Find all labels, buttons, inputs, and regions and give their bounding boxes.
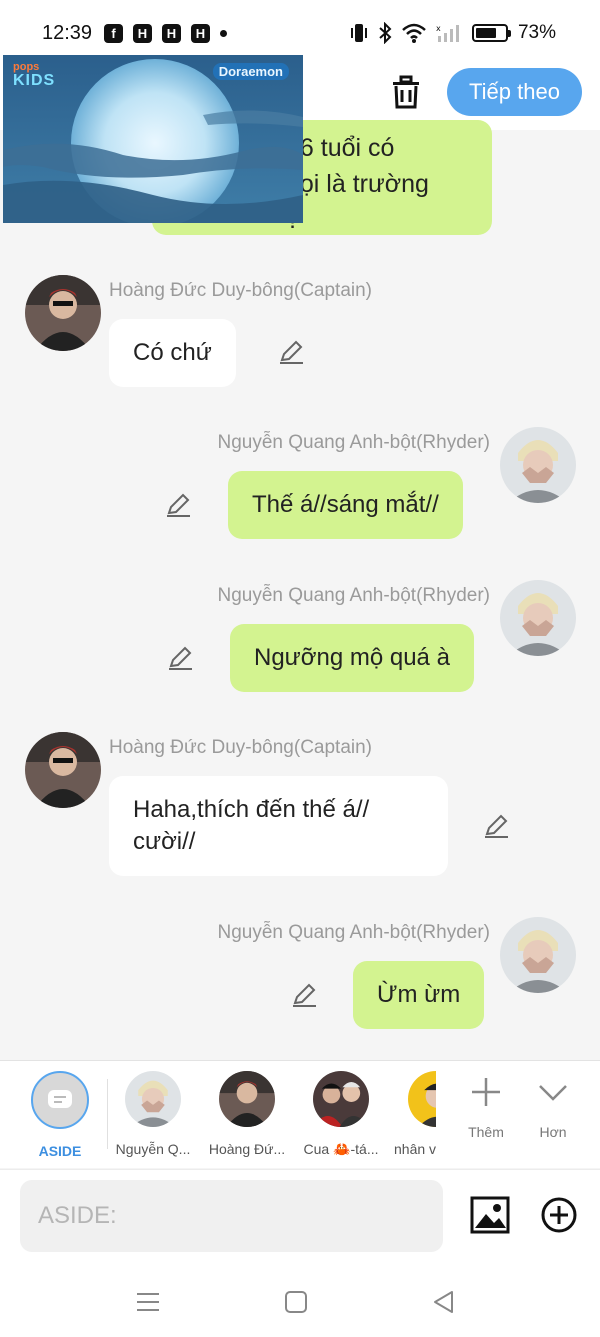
participant-label: Hoàng Đứ... (208, 1141, 286, 1157)
message-text: Haha,thích đến thế á// cười// (133, 796, 370, 855)
avatar-image (500, 917, 576, 993)
edit-icon[interactable] (483, 812, 511, 840)
participant-rhyder[interactable]: Nguyễn Q... (108, 1071, 198, 1157)
notification-icons: f H H H (104, 24, 227, 43)
message-text: Ngưỡng mộ quá à (254, 644, 450, 671)
avatar-image (408, 1071, 436, 1127)
participant-cua[interactable]: Cua 🦀-tá... (296, 1071, 386, 1158)
system-nav-bar (0, 1265, 600, 1337)
floating-video-player[interactable]: pops KIDS Doraemon (3, 55, 303, 223)
avatar-captain[interactable] (25, 732, 101, 808)
video-channel-logo: pops KIDS (13, 61, 56, 89)
sender-name: Nguyễn Quang Anh-bột(Rhyder) (217, 432, 491, 453)
avatar-image (25, 275, 101, 351)
avatar-image (500, 427, 576, 503)
add-label: Thêm (468, 1124, 504, 1140)
h-app-icon: H (133, 24, 152, 43)
vibrate-icon (350, 24, 367, 42)
sender-name: Nguyễn Quang Anh-bột(Rhyder) (217, 922, 491, 943)
back-icon[interactable] (431, 1289, 457, 1315)
status-time: 12:39 (42, 22, 93, 44)
avatar-captain[interactable] (25, 275, 101, 351)
participant-label: Cua 🦀-tá... (303, 1141, 379, 1157)
message-input[interactable] (20, 1180, 443, 1252)
participant-captain[interactable]: Hoàng Đứ... (202, 1071, 292, 1157)
edit-icon[interactable] (167, 644, 195, 672)
battery-icon (471, 24, 511, 42)
message-text: Có chứ (133, 339, 212, 366)
h-app-icon: H (162, 24, 181, 43)
composer (0, 1169, 600, 1265)
image-icon[interactable] (470, 1196, 510, 1234)
signal-icon: x (436, 24, 459, 42)
avatar-image (500, 580, 576, 656)
trash-icon[interactable] (386, 72, 426, 112)
avatar (219, 1071, 275, 1127)
system-icons: x 73% (350, 22, 556, 44)
h-app-icon: H (191, 24, 210, 43)
add-participant-button[interactable]: Thêm (456, 1075, 516, 1140)
bluetooth-icon (379, 22, 392, 44)
message-bubble[interactable]: Ừm ừm (353, 961, 485, 1029)
avatar (313, 1071, 369, 1127)
avatar (125, 1071, 181, 1127)
logo-bottom-text: KIDS (13, 72, 56, 89)
sender-name: Nguyễn Quang Anh-bột(Rhyder) (217, 585, 491, 606)
video-show-logo: Doraemon (212, 63, 289, 80)
message-bubble[interactable]: Có chứ (109, 319, 236, 387)
plus-icon (472, 1078, 500, 1106)
avatar (408, 1071, 436, 1127)
chat-area[interactable]: 16 tuổi có gọi là trường ? Hoàng Đức Duy… (0, 120, 600, 1060)
battery-percent: 73% (517, 22, 556, 43)
edit-icon[interactable] (165, 491, 193, 519)
wifi-icon (402, 23, 426, 43)
avatar-image (25, 732, 101, 808)
chat-bubble-icon (48, 1090, 72, 1108)
avatar-rhyder[interactable] (500, 917, 576, 993)
message-bubble[interactable]: Haha,thích đến thế á// cười// (109, 776, 448, 876)
edit-icon[interactable] (291, 981, 319, 1009)
sender-name: Hoàng Đức Duy-bông(Captain) (109, 737, 373, 758)
menu-icon[interactable] (135, 1289, 161, 1315)
participant-label: nhân v (394, 1141, 436, 1157)
message-bubble[interactable]: Thế á//sáng mắt// (228, 471, 463, 539)
avatar-image (313, 1071, 369, 1127)
message-bubble[interactable]: Ngưỡng mộ quá à (230, 624, 474, 692)
participant-aside[interactable]: ASIDE (15, 1071, 105, 1159)
avatar-image (125, 1071, 181, 1127)
participant-bar: ASIDE Nguyễn Q... Hoàng Đứ... Cua 🦀-tá..… (0, 1060, 600, 1168)
chevron-down-icon (539, 1085, 567, 1101)
avatar-image (219, 1071, 275, 1127)
participant-label: Nguyễn Q... (115, 1141, 191, 1157)
svg-text:x: x (436, 24, 441, 33)
more-participants-button[interactable]: Hơn (523, 1075, 583, 1140)
next-button[interactable]: Tiếp theo (447, 68, 582, 116)
home-icon[interactable] (283, 1289, 309, 1315)
edit-icon[interactable] (278, 338, 306, 366)
participant-label: ASIDE (38, 1143, 82, 1159)
facebook-icon: f (104, 24, 123, 43)
participant-nhan[interactable]: nhân v (390, 1071, 436, 1157)
more-label: Hơn (539, 1124, 567, 1140)
avatar-rhyder[interactable] (500, 580, 576, 656)
avatar-rhyder[interactable] (500, 427, 576, 503)
more-notifications-dot (220, 30, 227, 37)
message-text: Ừm ừm (377, 981, 461, 1008)
sender-name: Hoàng Đức Duy-bông(Captain) (109, 280, 373, 301)
add-circle-icon[interactable] (540, 1196, 578, 1234)
message-text: Thế á//sáng mắt// (252, 491, 439, 518)
aside-avatar (31, 1071, 89, 1129)
partial-message-text: 16 tuổi có gọi là trường ? (286, 134, 429, 234)
